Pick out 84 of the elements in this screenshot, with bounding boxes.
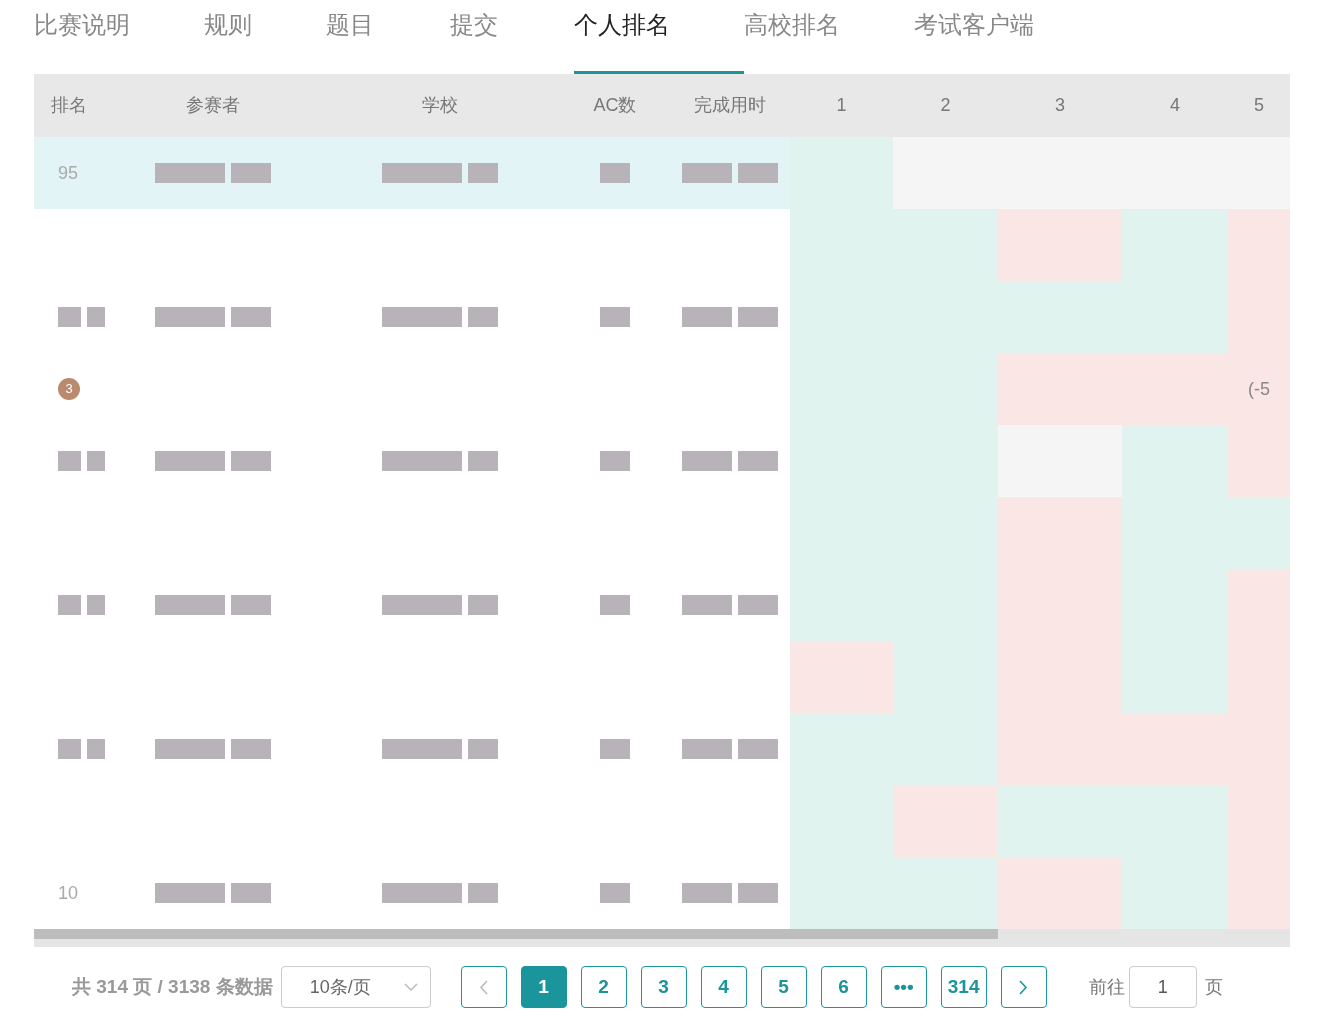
next-page-button[interactable]	[1000, 966, 1047, 1008]
redacted-block	[468, 595, 498, 615]
rank-text: 95	[58, 161, 79, 185]
redacted-block	[154, 163, 225, 183]
redacted-block	[154, 739, 225, 759]
column-header: 5	[1253, 94, 1265, 117]
column-header: 3	[1054, 94, 1066, 117]
redacted-block	[600, 739, 630, 759]
redacted-block	[58, 307, 82, 327]
redacted-block	[87, 451, 105, 471]
penalty-text: (-5	[1248, 377, 1270, 401]
page-button[interactable]: 314	[940, 966, 987, 1008]
redacted-block	[738, 307, 778, 327]
redacted-block	[154, 451, 225, 471]
redacted-block	[738, 451, 778, 471]
column-header: 参赛者	[184, 94, 241, 117]
chevron-down-icon	[403, 983, 418, 991]
redacted-block	[738, 883, 778, 903]
column-header: 2	[939, 94, 952, 117]
column-header: 1	[835, 94, 848, 117]
scrollbar-track[interactable]	[34, 929, 1290, 947]
goto-label: 前往	[1088, 975, 1125, 999]
page-button[interactable]: 4	[700, 966, 747, 1008]
redacted-block	[600, 163, 630, 183]
page-button[interactable]: 3	[640, 966, 687, 1008]
redacted-block	[682, 163, 732, 183]
tab[interactable]: 比赛说明	[34, 0, 204, 74]
rank-text: 10	[58, 881, 79, 905]
redacted-block	[738, 595, 778, 615]
redacted-block	[468, 307, 498, 327]
redacted-block	[87, 595, 105, 615]
redacted-block	[468, 163, 498, 183]
redacted-block	[738, 739, 778, 759]
redacted-block	[682, 595, 732, 615]
redacted-block	[738, 163, 778, 183]
redacted-block	[58, 595, 82, 615]
tab[interactable]: 题目	[326, 0, 450, 74]
redacted-block	[58, 739, 82, 759]
redacted-block	[682, 451, 732, 471]
redacted-block	[468, 883, 498, 903]
tab[interactable]: 考试客户端	[914, 0, 1074, 74]
redacted-block	[230, 883, 271, 903]
redacted-block	[600, 595, 630, 615]
tab[interactable]: 提交	[450, 0, 574, 74]
total-count: 共 314 页 / 3138 条数据	[72, 974, 273, 999]
tab[interactable]: 规则	[204, 0, 326, 74]
tab[interactable]: 高校排名	[744, 0, 914, 74]
redacted-block	[468, 739, 498, 759]
redacted-block	[682, 307, 732, 327]
redacted-block	[230, 739, 271, 759]
redacted-block	[682, 883, 732, 903]
redacted-block	[230, 451, 271, 471]
column-header: 完成用时	[693, 94, 767, 117]
previous-page-button[interactable]	[460, 966, 507, 1008]
column-header: 排名	[50, 94, 88, 117]
redacted-block	[154, 883, 225, 903]
page-button[interactable]: 2	[580, 966, 627, 1008]
redacted-block	[600, 883, 630, 903]
page-button[interactable]: •••	[880, 966, 927, 1008]
column-header: 4	[1169, 94, 1181, 117]
redacted-block	[87, 739, 105, 759]
redacted-block	[682, 739, 732, 759]
page-button[interactable]: 5	[760, 966, 807, 1008]
redacted-block	[600, 451, 630, 471]
page-button[interactable]: 6	[820, 966, 867, 1008]
page-button[interactable]: 1	[520, 966, 567, 1008]
chevron-left-icon	[479, 979, 489, 995]
page-size-select[interactable]: 10条/页	[280, 966, 431, 1008]
redacted-block	[230, 163, 271, 183]
redacted-block	[154, 307, 225, 327]
medal-icon: 3	[58, 378, 80, 400]
redacted-block	[230, 595, 271, 615]
page-input[interactable]: 1	[1128, 966, 1197, 1008]
redacted-block	[230, 307, 271, 327]
redacted-block	[600, 307, 630, 327]
column-header: AC数	[592, 94, 638, 117]
chevron-right-icon	[1019, 979, 1029, 995]
redacted-block	[154, 595, 225, 615]
scrollbar-thumb[interactable]	[34, 929, 998, 939]
redacted-block	[87, 307, 105, 327]
redacted-block	[58, 451, 82, 471]
redacted-block	[468, 451, 498, 471]
column-header: 学校	[421, 94, 459, 117]
page-unit: 页	[1204, 975, 1223, 999]
